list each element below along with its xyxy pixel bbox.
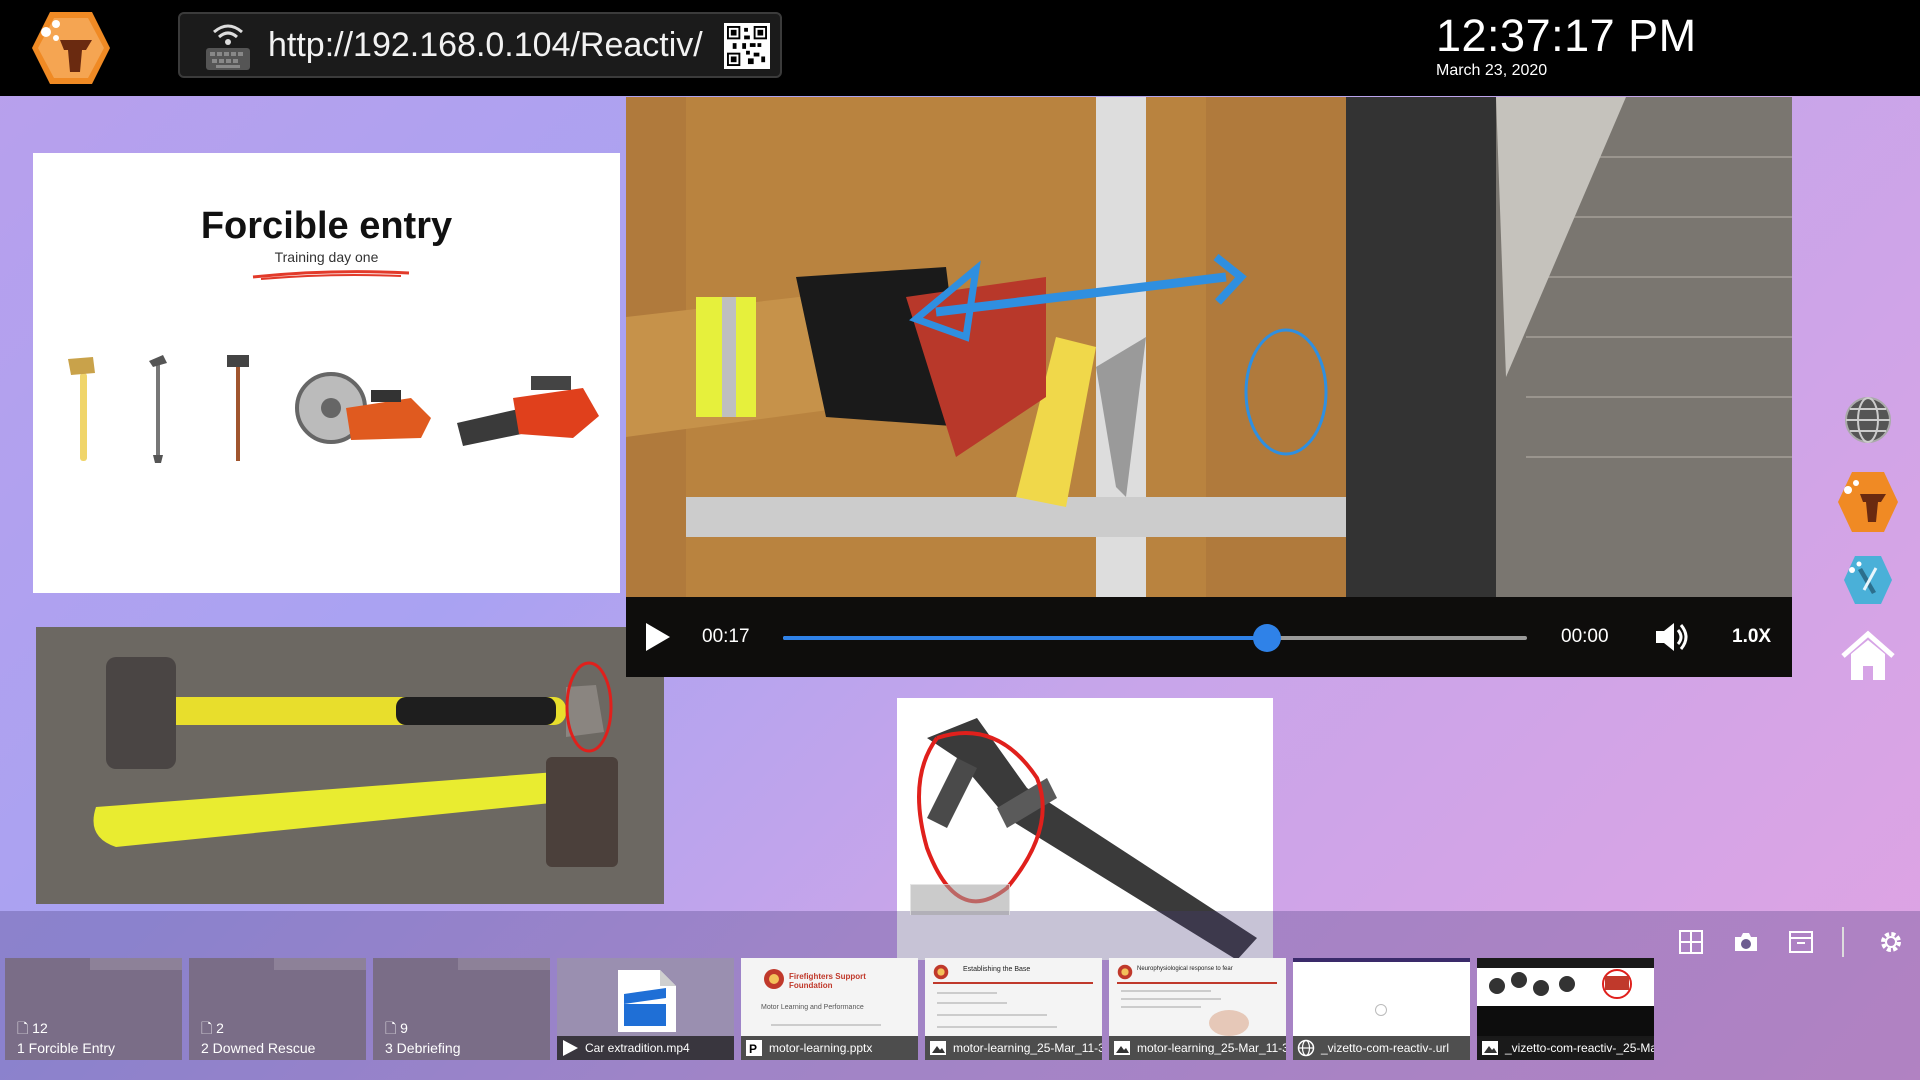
chainsaw-image [457, 376, 599, 446]
settings-gear-icon[interactable] [1878, 929, 1904, 955]
webpage-screenshot [1477, 958, 1654, 1038]
clock-date: March 23, 2020 [1436, 62, 1548, 79]
folder-count-value: 2 [216, 1020, 224, 1036]
seek-bar[interactable] [783, 624, 1527, 652]
slide-subtitle: Training day one [274, 249, 379, 265]
folder-tab [274, 958, 366, 970]
total-time: 00:00 [1561, 626, 1609, 647]
sledgehammer-tool-image [227, 355, 249, 461]
seek-bar-fill [783, 636, 1267, 640]
thumb-line [1121, 1006, 1201, 1008]
toolbar-divider [1842, 927, 1844, 957]
file-thumb-image[interactable]: _vizetto-com-reactiv-_25-Ma [1477, 958, 1654, 1060]
folder-downed-rescue[interactable]: 🗋 2 2 Downed Rescue [189, 958, 366, 1060]
folder-forcible-entry[interactable]: 🗋 12 1 Forcible Entry [5, 958, 182, 1060]
file-name: _vizetto-com-reactiv-.url [1293, 1036, 1470, 1060]
axe-tool-image [68, 357, 95, 461]
thumb-line [937, 1026, 1057, 1028]
powerpoint-icon: P [746, 1040, 762, 1056]
red-underline-stroke [252, 270, 410, 280]
reactiv-logo-icon[interactable] [30, 10, 112, 86]
ff-logo-icon [764, 969, 784, 989]
tools-icon[interactable] [1842, 554, 1894, 606]
thumb-line [937, 1002, 1007, 1004]
ff-logo-icon [1117, 964, 1133, 980]
rotary-saw-image [295, 372, 431, 444]
file-thumb-video[interactable]: Car extradition.mp4 [557, 958, 734, 1060]
wifi-keyboard-icon [206, 24, 250, 70]
image-icon [1114, 1041, 1130, 1055]
top-bar: http://192.168.0.104/Reactiv/ 12:37:17 P… [0, 0, 1920, 96]
folder-name: 3 Debriefing [385, 1040, 461, 1056]
file-thumb-image[interactable]: Establishing the Base motor-learning_25-… [925, 958, 1102, 1060]
file-thumb-pptx[interactable]: Firefighters Support Foundation Motor Le… [741, 958, 918, 1060]
ff-logo-icon [933, 964, 949, 980]
video-controls: 00:17 00:00 1.0X [626, 597, 1792, 677]
brain-illustration [1209, 1010, 1249, 1036]
folder-item-count: 🗋 2 [201, 1020, 224, 1036]
video-player[interactable]: 00:17 00:00 1.0X [626, 97, 1792, 677]
archive-icon[interactable] [1788, 929, 1814, 955]
thumb-text: Neurophysiological response to fear [1137, 966, 1233, 972]
file-name: motor-learning_25-Mar_11-3 [1109, 1036, 1286, 1060]
folder-debriefing[interactable]: 🗋 9 3 Debriefing [373, 958, 550, 1060]
globe-icon[interactable] [1842, 394, 1894, 446]
seek-handle[interactable] [1252, 624, 1281, 652]
folder-count-value: 9 [400, 1020, 408, 1036]
qr-code-icon[interactable] [724, 23, 770, 69]
thumb-line [1121, 998, 1221, 1000]
thumb-line [1121, 990, 1211, 992]
volume-icon[interactable] [1654, 620, 1690, 654]
slide-forcible-entry[interactable]: Forcible entry Training day one [33, 153, 620, 593]
file-name: motor-learning_25-Mar_11-3 [925, 1036, 1102, 1060]
current-time: 00:17 [702, 626, 750, 647]
drag-ghost [910, 884, 1010, 915]
folder-name: 1 Forcible Entry [17, 1040, 116, 1056]
loading-spinner-icon [1375, 1004, 1387, 1016]
home-icon[interactable] [1839, 630, 1897, 682]
image-icon [1482, 1041, 1498, 1055]
folder-tab [458, 958, 550, 970]
connection-url: http://192.168.0.104/Reactiv/ [268, 26, 703, 64]
thumb-line [937, 1014, 1047, 1016]
folder-item-count: 🗋 9 [385, 1020, 408, 1036]
image-icon [930, 1041, 946, 1055]
thumb-line [937, 992, 997, 994]
play-icon [563, 1040, 578, 1056]
clock-time: 12:37:17 PM [1436, 10, 1697, 61]
thumb-text: Motor Learning and Performance [761, 1004, 864, 1011]
grid-layout-icon[interactable] [1678, 929, 1704, 955]
folder-tab [90, 958, 182, 970]
file-name: motor-learning.pptx [741, 1036, 918, 1060]
thumb-line [933, 982, 1093, 984]
thumb-line [1117, 982, 1277, 984]
hammers-photo[interactable] [36, 627, 664, 904]
folder-count-value: 12 [32, 1020, 48, 1036]
svg-text:P: P [749, 1042, 757, 1056]
camera-icon[interactable] [1733, 929, 1759, 955]
thumb-text: Establishing the Base [963, 966, 1031, 973]
file-name: Car extradition.mp4 [557, 1036, 734, 1060]
slide-title: Forcible entry [200, 205, 453, 247]
connection-url-bar[interactable]: http://192.168.0.104/Reactiv/ [178, 12, 782, 78]
video-frame [626, 97, 1792, 597]
thumb-header-strip [1293, 958, 1470, 962]
globe-icon [1297, 1039, 1315, 1057]
reactiv-app-icon[interactable] [1836, 470, 1900, 534]
file-thumb-image[interactable]: Neurophysiological response to fear moto… [1109, 958, 1286, 1060]
play-icon[interactable] [642, 621, 672, 653]
playback-speed-button[interactable]: 1.0X [1732, 626, 1771, 648]
folder-item-count: 🗋 12 [17, 1020, 48, 1036]
thumb-line [771, 1024, 881, 1026]
video-file-icon [618, 970, 676, 1032]
file-name: _vizetto-com-reactiv-_25-Ma [1477, 1036, 1654, 1060]
file-thumb-url[interactable]: _vizetto-com-reactiv-.url [1293, 958, 1470, 1060]
folder-name: 2 Downed Rescue [201, 1040, 316, 1056]
thumb-text: Firefighters Support Foundation [789, 972, 866, 990]
halligan-tool-image [149, 355, 167, 463]
